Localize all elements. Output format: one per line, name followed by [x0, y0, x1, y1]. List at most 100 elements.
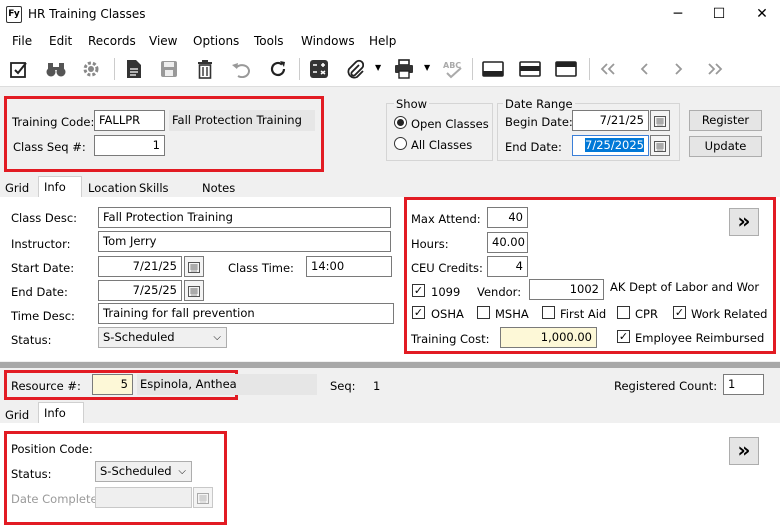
- training-code-input[interactable]: FALLPR: [94, 110, 165, 131]
- layout-1-icon[interactable]: [481, 57, 505, 81]
- msha-checkbox[interactable]: [477, 306, 490, 319]
- expand-position-button[interactable]: »: [729, 437, 759, 465]
- save-icon[interactable]: [157, 57, 181, 81]
- tab-location[interactable]: Location: [83, 178, 142, 197]
- first-aid-label: First Aid: [560, 307, 607, 321]
- class-seq-input[interactable]: 1: [94, 135, 165, 156]
- refresh-icon[interactable]: [266, 57, 290, 81]
- calculator-icon[interactable]: [307, 57, 331, 81]
- all-classes-radio[interactable]: [394, 137, 407, 150]
- last-record-icon[interactable]: [703, 57, 727, 81]
- resource-input[interactable]: 5: [92, 374, 133, 395]
- msha-label: MSHA: [495, 307, 529, 321]
- menu-edit[interactable]: Edit: [49, 34, 72, 48]
- tab-grid[interactable]: Grid: [0, 178, 34, 197]
- training-cost-input[interactable]: 1,000.00: [500, 327, 597, 348]
- layout-3-icon[interactable]: [554, 57, 578, 81]
- tab-info-2[interactable]: Info: [38, 402, 84, 424]
- update-button[interactable]: Update: [689, 136, 762, 157]
- date-range-label: Date Range: [503, 97, 575, 111]
- employee-reimbursed-checkbox[interactable]: ✓: [617, 330, 630, 343]
- tab-grid-2[interactable]: Grid: [0, 405, 34, 424]
- attach-dropdown-icon[interactable]: ▼: [375, 63, 381, 72]
- splitter[interactable]: [0, 362, 780, 368]
- maximize-button[interactable]: ☐: [709, 5, 729, 23]
- end-date-calendar-icon[interactable]: [650, 135, 670, 156]
- status-select[interactable]: S-Scheduled ⌵: [98, 327, 227, 348]
- delete-icon[interactable]: [193, 57, 217, 81]
- open-classes-radio[interactable]: [394, 116, 407, 129]
- seq-label: Seq:: [330, 379, 356, 393]
- binoculars-icon[interactable]: [44, 57, 68, 81]
- register-button[interactable]: Register: [689, 110, 762, 131]
- begin-date-input[interactable]: 7/21/25: [572, 110, 649, 131]
- start-date-label: Start Date:: [11, 261, 75, 275]
- print-dropdown-icon[interactable]: ▼: [424, 63, 430, 72]
- undo-icon[interactable]: [229, 57, 253, 81]
- end-date-info-calendar-icon[interactable]: [184, 280, 204, 301]
- work-related-checkbox[interactable]: ✓: [673, 306, 686, 319]
- edit-check-icon[interactable]: [7, 57, 31, 81]
- start-date-input[interactable]: 7/21/25: [98, 256, 182, 277]
- all-classes-label[interactable]: All Classes: [411, 138, 472, 152]
- menu-records[interactable]: Records: [88, 34, 136, 48]
- menu-help[interactable]: Help: [369, 34, 396, 48]
- class-time-label: Class Time:: [228, 261, 294, 275]
- layout-2-icon[interactable]: [518, 57, 542, 81]
- begin-date-calendar-icon[interactable]: [650, 110, 670, 131]
- app-icon: Fy: [6, 6, 22, 23]
- gear-icon[interactable]: [79, 57, 103, 81]
- osha-label: OSHA: [431, 307, 464, 321]
- max-attend-input[interactable]: 40: [487, 207, 528, 228]
- next-record-icon[interactable]: [667, 57, 691, 81]
- registered-count-input[interactable]: 1: [723, 374, 764, 395]
- tab-skills[interactable]: Skills: [134, 178, 174, 197]
- window-title: HR Training Classes: [28, 7, 146, 21]
- menu-view[interactable]: View: [149, 34, 177, 48]
- minimize-button[interactable]: ─: [668, 5, 688, 23]
- position-status-select[interactable]: S-Scheduled ⌵: [95, 461, 192, 482]
- position-status-value: S-Scheduled: [100, 464, 172, 478]
- end-date-selected-text: 7/25/2025: [585, 138, 644, 152]
- end-date-info-input[interactable]: 7/25/25: [98, 280, 182, 301]
- class-time-input[interactable]: 14:00: [306, 256, 392, 277]
- document-icon[interactable]: [122, 57, 146, 81]
- class-desc-input[interactable]: Fall Protection Training: [98, 207, 391, 228]
- osha-checkbox[interactable]: ✓: [412, 306, 425, 319]
- max-attend-label: Max Attend:: [411, 212, 481, 226]
- vendor-input[interactable]: 1002: [529, 279, 604, 300]
- time-desc-label: Time Desc:: [11, 309, 75, 323]
- cpr-label: CPR: [635, 307, 658, 321]
- menu-tools[interactable]: Tools: [254, 34, 284, 48]
- menu-options[interactable]: Options: [193, 34, 239, 48]
- cpr-checkbox[interactable]: [617, 306, 630, 319]
- instructor-input[interactable]: Tom Jerry: [98, 231, 391, 252]
- position-status-label: Status:: [11, 467, 52, 481]
- expand-attend-button[interactable]: »: [729, 208, 759, 236]
- end-date-input[interactable]: 7/25/2025: [572, 135, 649, 156]
- start-date-calendar-icon[interactable]: [184, 256, 204, 277]
- training-name-display: Fall Protection Training: [169, 110, 315, 131]
- hours-input[interactable]: 40.00: [487, 232, 528, 253]
- menu-windows[interactable]: Windows: [301, 34, 355, 48]
- time-desc-input[interactable]: Training for fall prevention: [98, 303, 394, 324]
- open-classes-label[interactable]: Open Classes: [411, 117, 489, 131]
- 1099-checkbox[interactable]: ✓: [412, 284, 425, 297]
- employee-reimbursed-label: Employee Reimbursed: [635, 331, 765, 345]
- first-aid-checkbox[interactable]: [542, 306, 555, 319]
- prev-record-icon[interactable]: [632, 57, 656, 81]
- close-button[interactable]: ✕: [752, 5, 772, 23]
- spellcheck-icon[interactable]: ABC: [441, 57, 465, 81]
- tab-notes[interactable]: Notes: [197, 178, 240, 197]
- 1099-label: 1099: [431, 285, 461, 299]
- show-groupbox: [386, 103, 493, 161]
- ceu-credits-input[interactable]: 4: [487, 256, 528, 277]
- tab-info[interactable]: Info: [38, 176, 82, 198]
- vendor-name: AK Dept of Labor and Work...: [610, 280, 760, 294]
- hours-label: Hours:: [411, 237, 449, 251]
- first-record-icon[interactable]: [596, 57, 620, 81]
- print-icon[interactable]: [392, 57, 416, 81]
- paperclip-icon[interactable]: [343, 57, 367, 81]
- training-cost-label: Training Cost:: [411, 332, 490, 346]
- menu-file[interactable]: File: [12, 34, 32, 48]
